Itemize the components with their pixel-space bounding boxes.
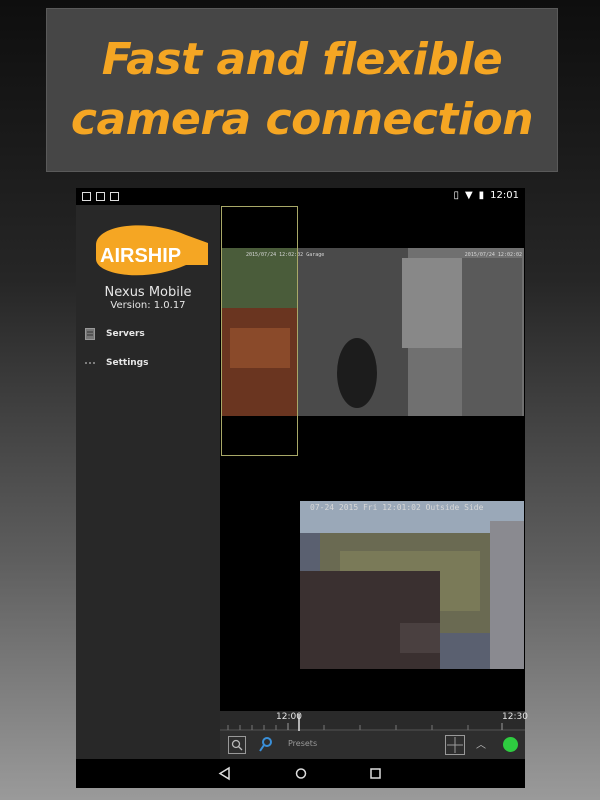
ptz-control-button[interactable] — [258, 736, 274, 754]
camera-timestamp-right: 2015/07/24 12:02:02 — [464, 252, 522, 258]
app-name: Nexus Mobile — [104, 285, 192, 300]
image-notification-icon — [82, 192, 91, 201]
vibrate-icon: ▯ — [453, 190, 459, 201]
drawer-item-servers[interactable]: Servers — [84, 324, 214, 344]
photos-notification-icon — [110, 192, 119, 201]
android-navigation-bar — [76, 759, 525, 788]
banner-line-2: camera connection — [70, 94, 534, 145]
timeline-scrubber[interactable]: 12:00 12:30 — [220, 711, 528, 731]
drawer-item-settings[interactable]: Settings — [84, 353, 214, 373]
bottom-toolbar: Presets ︿ — [220, 731, 525, 759]
battery-icon: ▮ — [478, 190, 485, 201]
connection-status-indicator[interactable] — [503, 737, 518, 752]
back-icon[interactable] — [218, 766, 230, 781]
camera-grid: 2015/07/24 12:02:02 Garage 2015/07/24 12… — [220, 205, 525, 759]
layout-grid-button[interactable] — [445, 735, 465, 755]
svg-text:AIRSHIP: AIRSHIP — [100, 245, 181, 267]
search-icon — [231, 739, 243, 751]
wifi-icon: ▼ — [464, 190, 473, 201]
navigation-drawer: AIRSHIP Nexus Mobile Version: 1.0.17 Ser… — [76, 205, 220, 759]
gallery-notification-icon — [96, 192, 105, 201]
ptz-icon — [259, 737, 272, 752]
app-version: Version: 1.0.17 — [110, 300, 186, 311]
search-zoom-button[interactable] — [228, 736, 246, 754]
servers-icon — [84, 328, 96, 340]
banner-line-1: Fast and flexible — [101, 34, 503, 85]
status-bar: ▯ ▼ ▮ 12:01 — [76, 188, 525, 205]
status-time: 12:01 — [490, 190, 519, 201]
promo-banner: Fast and flexible camera connection — [46, 8, 558, 172]
presets-button[interactable]: Presets — [288, 739, 317, 748]
camera-timestamp: 07-24 2015 Fri 12:01:02 Outside Side — [310, 503, 484, 512]
drawer-item-label: Servers — [106, 329, 145, 339]
chevron-up-icon[interactable]: ︿ — [476, 736, 486, 751]
timeline-label-end: 12:30 — [502, 712, 528, 722]
timeline-label-start: 12:00 — [276, 712, 302, 722]
recents-icon[interactable] — [370, 768, 381, 779]
home-icon[interactable] — [295, 768, 307, 779]
camera-view-outside-side[interactable]: 07-24 2015 Fri 12:01:02 Outside Side — [300, 501, 524, 669]
drawer-item-label: Settings — [106, 358, 149, 368]
settings-icon — [84, 357, 96, 369]
airship-logo: AIRSHIP — [86, 215, 210, 289]
device-screen: ▯ ▼ ▮ 12:01 AIRSHIP Nexus Mobile Version… — [76, 188, 528, 788]
crosshair-icon — [447, 737, 463, 753]
selected-camera-frame[interactable] — [221, 206, 298, 456]
